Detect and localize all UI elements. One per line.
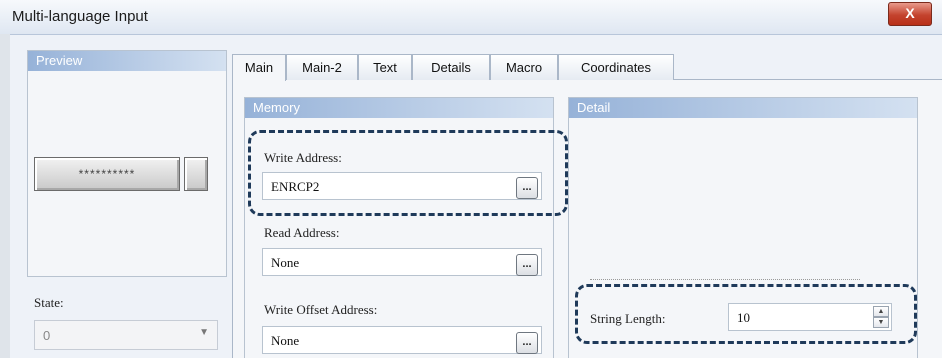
read-address-field[interactable]: None <box>262 248 542 276</box>
preview-header: Preview <box>28 51 226 71</box>
dialog-window: Multi-language Input X Preview *********… <box>0 0 942 358</box>
detail-separator <box>590 279 860 280</box>
tab-main[interactable]: Main <box>232 54 286 81</box>
window-title: Multi-language Input <box>12 8 148 25</box>
chevron-down-icon: ▼ <box>199 327 209 338</box>
preview-input-display: ********** <box>34 157 180 191</box>
tab-main-2[interactable]: Main-2 <box>286 54 358 80</box>
write-offset-label: Write Offset Address: <box>264 302 378 317</box>
preview-input-widget: ********** <box>34 157 209 193</box>
memory-header: Memory <box>245 98 553 118</box>
detail-header: Detail <box>569 98 917 118</box>
write-address-highlight <box>248 130 568 216</box>
preview-input-edge <box>184 157 208 191</box>
title-bar: Multi-language Input X <box>0 0 942 35</box>
state-select[interactable]: 0 ▼ <box>34 320 218 350</box>
tab-coordinates[interactable]: Coordinates <box>558 54 674 80</box>
tab-details[interactable]: Details <box>412 54 490 80</box>
read-address-label: Read Address: <box>264 225 340 240</box>
state-label: State: <box>34 295 64 310</box>
write-offset-field[interactable]: None <box>262 326 542 354</box>
left-edge <box>0 34 10 358</box>
tab-text[interactable]: Text <box>358 54 412 80</box>
state-value: 0 <box>43 328 51 343</box>
write-offset-browse-button[interactable]: ... <box>516 332 538 354</box>
close-button[interactable]: X <box>888 2 932 26</box>
tab-macro[interactable]: Macro <box>490 54 558 80</box>
string-length-highlight <box>575 284 917 344</box>
read-address-value: None <box>271 255 300 270</box>
read-address-browse-button[interactable]: ... <box>516 254 538 276</box>
write-offset-value: None <box>271 333 300 348</box>
